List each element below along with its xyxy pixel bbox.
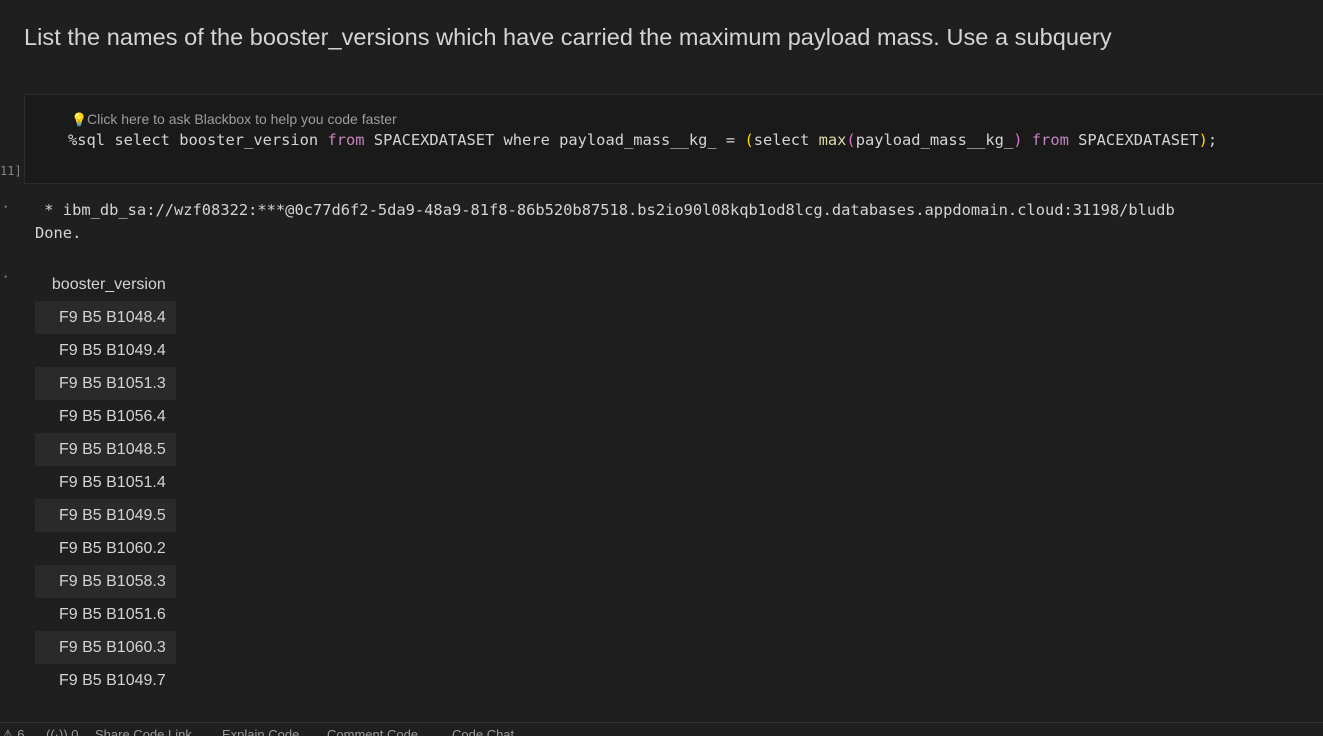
table-cell: F9 B5 B1060.3 bbox=[35, 631, 176, 664]
table-row: F9 B5 B1049.7 bbox=[35, 664, 176, 697]
code-token: ) bbox=[1013, 131, 1023, 149]
output-gutter-dot[interactable]: · bbox=[2, 200, 9, 214]
table-row: F9 B5 B1051.3 bbox=[35, 367, 176, 400]
warning-icon: ⚠ bbox=[2, 727, 14, 736]
table-row: F9 B5 B1048.5 bbox=[35, 433, 176, 466]
code-token: ( bbox=[744, 131, 754, 149]
status-bar: ⚠ 6 ((·)) 0 Share Code Link Explain Code… bbox=[0, 722, 1323, 736]
comment-code[interactable]: Comment Code bbox=[327, 727, 418, 736]
code-token: ( bbox=[846, 131, 856, 149]
table-cell: F9 B5 B1051.4 bbox=[59, 473, 166, 491]
table-cell: F9 B5 B1051.3 bbox=[35, 367, 176, 400]
code-line[interactable]: %sql select booster_version from SPACEXD… bbox=[68, 131, 1217, 149]
broadcast-icon: ((·)) bbox=[46, 727, 68, 736]
code-token: from bbox=[327, 131, 365, 149]
broadcast-status[interactable]: ((·)) 0 bbox=[46, 727, 79, 736]
table-row: F9 B5 B1051.4 bbox=[35, 466, 176, 499]
table-cell: F9 B5 B1048.4 bbox=[35, 301, 176, 334]
table-cell: F9 B5 B1051.6 bbox=[59, 605, 166, 623]
code-chat[interactable]: Code Chat bbox=[452, 727, 514, 736]
blackbox-hint-text[interactable]: Click here to ask Blackbox to help you c… bbox=[87, 111, 397, 127]
lightbulb-icon: 💡 bbox=[71, 112, 88, 127]
table-row: F9 B5 B1056.4 bbox=[35, 400, 176, 433]
code-token: ; bbox=[1207, 131, 1218, 149]
column-header-booster-version: booster_version bbox=[51, 275, 166, 293]
explain-code[interactable]: Explain Code bbox=[222, 727, 299, 736]
table-cell: F9 B5 B1048.5 bbox=[35, 433, 176, 466]
table-header-row: booster_version bbox=[35, 268, 176, 301]
done-line: Done. bbox=[35, 224, 82, 242]
code-token: SPACEXDATASET bbox=[1068, 131, 1199, 149]
result-table: booster_version F9 B5 B1048.4 F9 B5 B104… bbox=[35, 268, 176, 697]
code-token: ) bbox=[1198, 131, 1208, 149]
code-token: payload_mass__kg_ bbox=[855, 131, 1014, 149]
warning-status[interactable]: ⚠ 6 bbox=[2, 727, 25, 736]
output-text: * ibm_db_sa://wzf08322:***@0c77d6f2-5da9… bbox=[35, 199, 1175, 245]
code-token: SPACEXDATASET where payload_mass__kg_ = bbox=[364, 131, 745, 149]
table-row: F9 B5 B1049.4 bbox=[35, 334, 176, 367]
code-token: max bbox=[818, 131, 847, 149]
table-row: F9 B5 B1051.6 bbox=[35, 598, 176, 631]
code-token: from bbox=[1031, 131, 1069, 149]
table-row: F9 B5 B1049.5 bbox=[35, 499, 176, 532]
table-cell: F9 B5 B1049.4 bbox=[59, 341, 166, 359]
markdown-heading: List the names of the booster_versions w… bbox=[24, 24, 1112, 50]
code-cell-editor[interactable]: 💡Click here to ask Blackbox to help you … bbox=[24, 94, 1323, 184]
connection-line: * ibm_db_sa://wzf08322:***@0c77d6f2-5da9… bbox=[35, 201, 1175, 219]
table-row: F9 B5 B1060.3 bbox=[35, 631, 176, 664]
table-cell: F9 B5 B1058.3 bbox=[35, 565, 176, 598]
output-gutter-dot[interactable]: · bbox=[2, 270, 9, 284]
table-row: F9 B5 B1060.2 bbox=[35, 532, 176, 565]
share-code-link[interactable]: Share Code Link bbox=[95, 727, 192, 736]
code-token: %sql select booster_version bbox=[68, 131, 328, 149]
blackbox-hint[interactable]: 💡Click here to ask Blackbox to help you … bbox=[71, 111, 397, 128]
table-cell: F9 B5 B1060.2 bbox=[59, 539, 166, 557]
code-token: select bbox=[753, 131, 819, 149]
table-row: F9 B5 B1048.4 bbox=[35, 301, 176, 334]
table-cell: F9 B5 B1049.7 bbox=[59, 671, 166, 689]
table-cell: F9 B5 B1049.5 bbox=[35, 499, 176, 532]
broadcast-count: 0 bbox=[71, 727, 79, 736]
execution-count: 11] bbox=[0, 164, 22, 178]
warning-count: 6 bbox=[17, 727, 25, 736]
table-cell: F9 B5 B1056.4 bbox=[59, 407, 166, 425]
table-row: F9 B5 B1058.3 bbox=[35, 565, 176, 598]
